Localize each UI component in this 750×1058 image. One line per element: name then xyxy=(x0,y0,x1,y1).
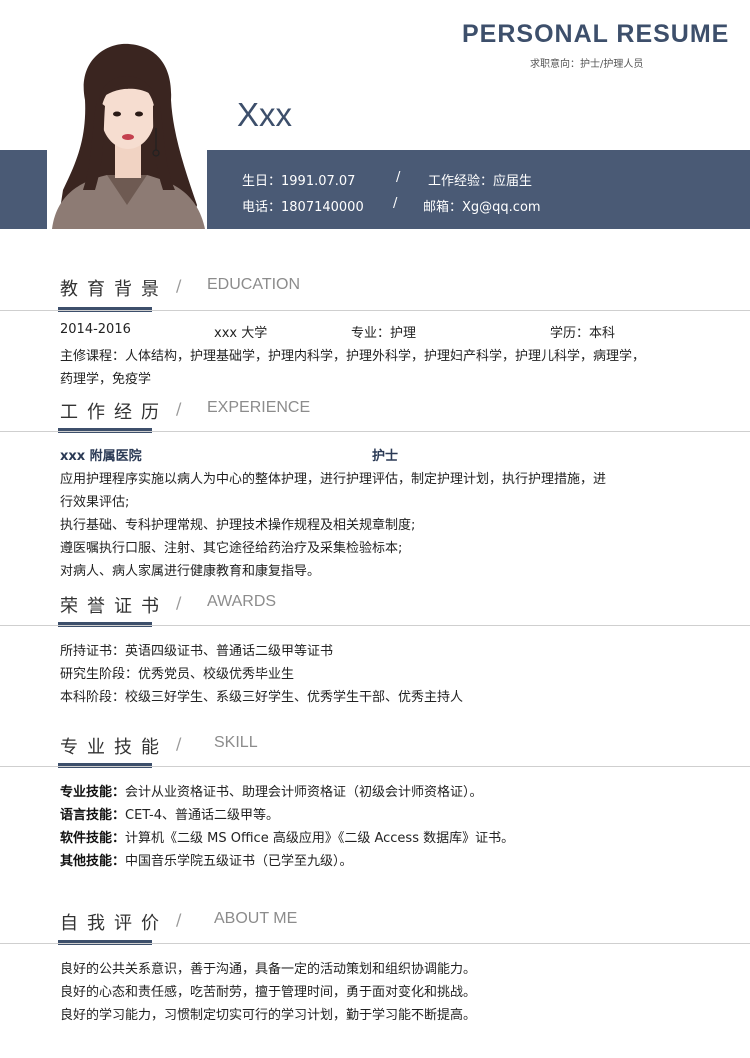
education-courses-cont: 药理学，免疫学 xyxy=(60,372,152,387)
job-objective: 求职意向：护士/护理人员 xyxy=(530,59,644,70)
education-title-en: EDUCATION xyxy=(207,276,301,293)
candidate-name: Xxx xyxy=(237,96,293,133)
skill-text: 中国音乐学院五级证书（已学至九级）。 xyxy=(125,854,353,869)
skill-label: 专业技能： xyxy=(60,785,126,800)
experience-line: 行效果评估; xyxy=(60,495,130,510)
info-separator: / xyxy=(396,170,401,185)
education-school: xxx 大学 xyxy=(214,326,268,341)
skill-item: 软件技能：计算机《二级 MS Office 高级应用》《二级 Access 数据… xyxy=(60,827,514,846)
education-divider xyxy=(0,310,750,311)
work-experience: 工作经验：应届生 xyxy=(428,174,533,189)
profile-photo xyxy=(47,40,207,229)
experience-line: 遵医嘱执行口服、注射、其它途径给药治疗及采集检验标本; xyxy=(60,541,403,556)
section-slash: / xyxy=(176,399,182,418)
experience-line: 对病人、病人家属进行健康教育和康复指导。 xyxy=(60,564,321,579)
experience-divider xyxy=(0,431,750,432)
experience-title: 工作经历 xyxy=(60,402,168,423)
education-major: 专业：护理 xyxy=(351,326,417,341)
experience-line: 应用护理程序实施以病人为中心的整体护理，进行护理评估，制定护理计划，执行护理措施… xyxy=(60,472,607,487)
skills-title-en: SKILL xyxy=(214,734,258,751)
education-period: 2014-2016 xyxy=(60,322,131,337)
section-slash: / xyxy=(176,910,182,929)
about-line: 良好的学习能力，习惯制定切实可行的学习计划，勤于学习能不断提高。 xyxy=(60,1008,477,1023)
skill-label: 语言技能： xyxy=(60,808,126,823)
about-divider xyxy=(0,943,750,944)
skill-text: 会计从业资格证书、助理会计师资格证（初级会计师资格证）。 xyxy=(125,785,483,800)
education-degree: 学历：本科 xyxy=(550,326,616,341)
skill-label: 其他技能： xyxy=(60,854,126,869)
about-title-en: ABOUT ME xyxy=(214,910,298,927)
section-slash: / xyxy=(176,276,182,295)
skill-label: 软件技能： xyxy=(60,831,126,846)
awards-divider xyxy=(0,625,750,626)
experience-position: 护士 xyxy=(372,449,399,464)
phone: 电话：1807140000 xyxy=(242,200,364,215)
experience-title-en: EXPERIENCE xyxy=(207,399,311,416)
about-line: 良好的心态和责任感，吃苦耐劳，擅于管理时间，勇于面对变化和挑战。 xyxy=(60,985,477,1000)
award-item: 所持证书：英语四级证书、普通话二级甲等证书 xyxy=(60,644,334,659)
section-slash: / xyxy=(176,593,182,612)
education-title: 教育背景 xyxy=(60,279,168,300)
skill-text: CET-4、普通话二级甲等。 xyxy=(125,808,280,823)
skills-divider xyxy=(0,766,750,767)
skill-item: 其他技能：中国音乐学院五级证书（已学至九级）。 xyxy=(60,850,353,869)
experience-line: 执行基础、专科护理常规、护理技术操作规程及相关规章制度; xyxy=(60,518,416,533)
skill-text: 计算机《二级 MS Office 高级应用》《二级 Access 数据库》证书。 xyxy=(125,831,515,846)
info-separator: / xyxy=(393,196,398,211)
about-title: 自我评价 xyxy=(60,913,168,934)
award-item: 研究生阶段：优秀党员、校级优秀毕业生 xyxy=(60,667,295,682)
awards-title-en: AWARDS xyxy=(207,593,277,610)
education-courses: 主修课程：人体结构，护理基础学，护理内科学，护理外科学，护理妇产科学，护理儿科学… xyxy=(60,349,646,364)
award-item: 本科阶段：校级三好学生、系级三好学生、优秀学生干部、优秀主持人 xyxy=(60,690,464,705)
skill-item: 专业技能：会计从业资格证书、助理会计师资格证（初级会计师资格证）。 xyxy=(60,781,483,800)
skills-title: 专业技能 xyxy=(60,737,168,758)
birthday: 生日：1991.07.07 xyxy=(242,174,356,189)
email: 邮箱：Xg@qq.com xyxy=(423,200,541,215)
skill-item: 语言技能：CET-4、普通话二级甲等。 xyxy=(60,804,279,823)
section-slash: / xyxy=(176,734,182,753)
experience-company: xxx 附属医院 xyxy=(60,449,142,464)
about-line: 良好的公共关系意识，善于沟通，具备一定的活动策划和组织协调能力。 xyxy=(60,962,477,977)
awards-title: 荣誉证书 xyxy=(60,596,168,617)
resume-title: PERSONAL RESUME xyxy=(462,20,730,48)
